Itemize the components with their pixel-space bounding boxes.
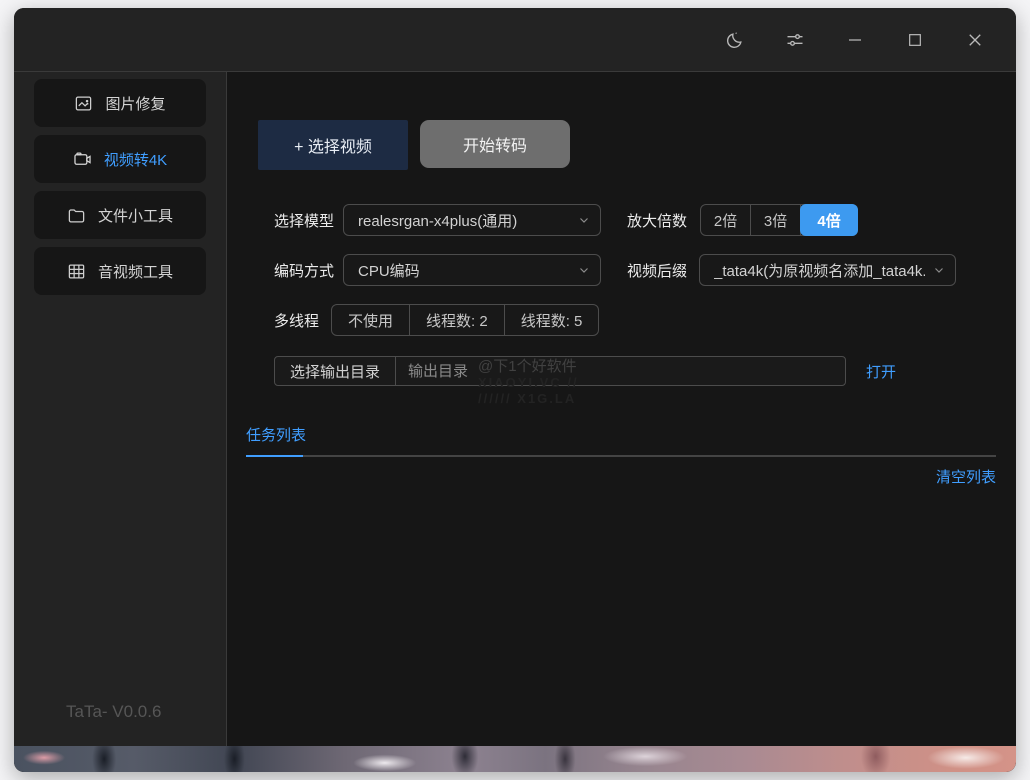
video-camera-icon [73, 150, 92, 169]
sidebar-item-label: 视频转4K [104, 149, 167, 170]
suffix-label: 视频后缀 [627, 260, 687, 281]
chevron-down-icon [578, 264, 590, 276]
app-window: 图片修复 视频转4K 文件小工具 [14, 8, 1016, 772]
choose-output-dir-button[interactable]: 选择输出目录 [275, 357, 396, 385]
sidebar-item-label: 音视频工具 [98, 261, 173, 282]
encoding-dropdown[interactable]: CPU编码 [343, 254, 601, 286]
theme-moon-icon[interactable] [712, 22, 758, 58]
encoding-value: CPU编码 [358, 260, 570, 281]
maximize-icon[interactable] [892, 22, 938, 58]
output-dir-input[interactable] [396, 363, 845, 380]
main-panel: + 选择视频 开始转码 选择模型 realesrgan-x4plus(通用) 放… [227, 72, 1016, 746]
output-directory-box: 选择输出目录 [274, 356, 846, 386]
watermark-line3: ////// X1G.LA [478, 391, 579, 407]
app-version: TaTa- V0.0.6 [66, 702, 161, 722]
scale-button-group: 2倍 3倍 4倍 [700, 204, 858, 236]
minimize-icon[interactable] [832, 22, 878, 58]
select-video-button[interactable]: + 选择视频 [258, 120, 408, 170]
sidebar: 图片修复 视频转4K 文件小工具 [14, 72, 227, 746]
tab-divider [246, 455, 996, 457]
sidebar-item-label: 图片修复 [105, 93, 165, 114]
sidebar-item-label: 文件小工具 [98, 205, 173, 226]
scale-option-2x[interactable]: 2倍 [701, 205, 751, 235]
scale-label: 放大倍数 [627, 210, 687, 231]
open-dir-link[interactable]: 打开 [866, 361, 896, 382]
suffix-value: _tata4k(为原视频名添加_tata4k... [714, 260, 925, 281]
tab-task-list[interactable]: 任务列表 [246, 424, 306, 455]
threads-option-none[interactable]: 不使用 [332, 305, 410, 335]
scale-option-3x[interactable]: 3倍 [751, 205, 801, 235]
image-icon [74, 94, 93, 113]
titlebar [14, 8, 1016, 72]
clear-list-link[interactable]: 清空列表 [935, 466, 996, 487]
model-label: 选择模型 [274, 210, 334, 231]
model-dropdown[interactable]: realesrgan-x4plus(通用) [343, 204, 601, 236]
folder-icon [67, 206, 86, 225]
start-transcode-button[interactable]: 开始转码 [420, 120, 570, 168]
task-tabs: 任务列表 [246, 424, 996, 457]
tab-active-underline [246, 455, 303, 457]
sidebar-item-video-4k[interactable]: 视频转4K [34, 135, 206, 183]
threads-option-2[interactable]: 线程数: 2 [410, 305, 505, 335]
sidebar-item-image-repair[interactable]: 图片修复 [34, 79, 206, 127]
encoding-label: 编码方式 [274, 260, 334, 281]
sidebar-item-file-tools[interactable]: 文件小工具 [34, 191, 206, 239]
chevron-down-icon [933, 264, 945, 276]
film-grid-icon [67, 262, 86, 281]
threads-option-5[interactable]: 线程数: 5 [505, 305, 599, 335]
sidebar-item-av-tools[interactable]: 音视频工具 [34, 247, 206, 295]
suffix-dropdown[interactable]: _tata4k(为原视频名添加_tata4k... [699, 254, 956, 286]
model-value: realesrgan-x4plus(通用) [358, 210, 570, 231]
scale-option-4x[interactable]: 4倍 [800, 204, 858, 236]
settings-sliders-icon[interactable] [772, 22, 818, 58]
bottom-wallpaper-strip [14, 746, 1016, 772]
close-icon[interactable] [952, 22, 998, 58]
threads-label: 多线程 [274, 310, 319, 331]
chevron-down-icon [578, 214, 590, 226]
threads-button-group: 不使用 线程数: 2 线程数: 5 [331, 304, 599, 336]
